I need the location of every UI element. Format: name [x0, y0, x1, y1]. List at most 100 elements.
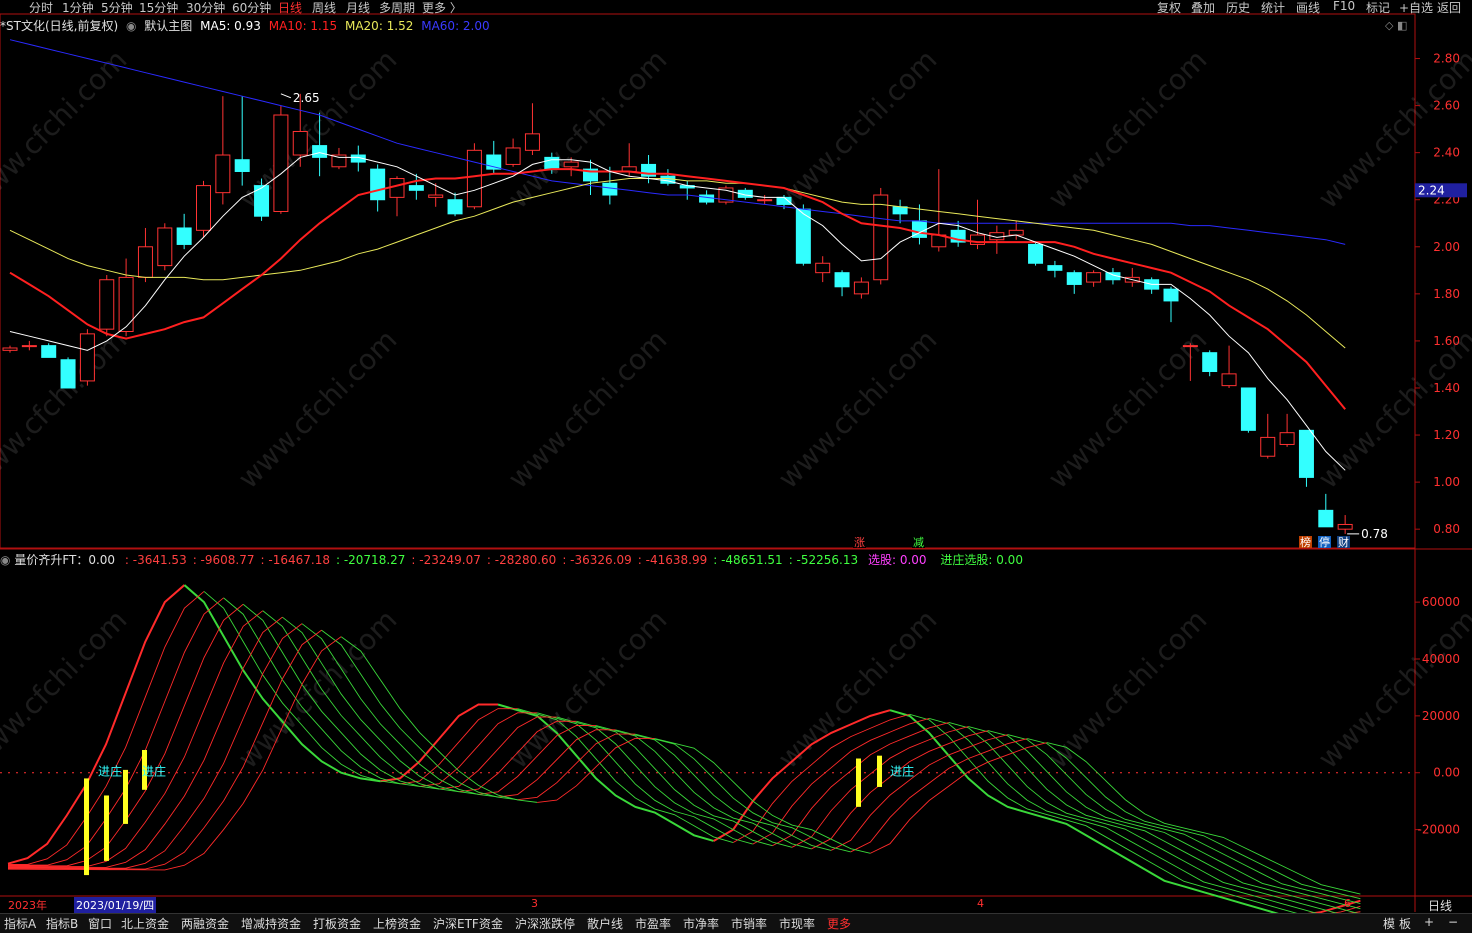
candle-body [602, 182, 618, 196]
fall-line [576, 720, 793, 848]
candle-body [176, 227, 192, 245]
candle-body [1182, 345, 1198, 348]
bottom-tab-11[interactable]: 市盈率 [635, 915, 671, 932]
candle-body [157, 227, 173, 267]
candles [2, 93, 1353, 534]
main-frame [0, 13, 1416, 549]
candle-body [234, 159, 250, 172]
bottom-tab-9[interactable]: 沪深涨跌停 [515, 915, 575, 932]
sub-tick-label: -20000 [1417, 823, 1460, 837]
tag-cai: 财 [1338, 535, 1349, 549]
bottom-tab-13[interactable]: 市销率 [731, 915, 767, 932]
candle-body [873, 194, 889, 281]
signal-bar [104, 795, 109, 861]
rise-line [537, 737, 655, 803]
candle-body [1279, 432, 1295, 445]
bottom-tab-3[interactable]: 北上资金 [121, 915, 169, 932]
watermark-text: www.cfchi.com [232, 603, 404, 775]
bottom-tab-15[interactable]: 更多 [827, 915, 851, 932]
candle-body [1337, 523, 1353, 530]
candle-body [853, 281, 869, 295]
watermark-text: www.cfchi.com [772, 603, 944, 775]
candle-body [312, 145, 328, 158]
watermark-text: www.cfchi.com [502, 323, 674, 495]
candle-body [815, 262, 831, 274]
tag-jian: 减 [913, 536, 924, 549]
fall-line [556, 716, 773, 847]
watermark-text: www.cfchi.com [1312, 603, 1472, 775]
fall-line [340, 636, 538, 803]
signal-bar [856, 758, 861, 807]
price-tick-label: 1.60 [1433, 334, 1460, 348]
price-tick-label: 1.00 [1433, 475, 1460, 489]
price-tick-label: 0.80 [1433, 522, 1460, 536]
candle-body [1028, 243, 1044, 264]
candle-body [1008, 229, 1024, 236]
sub-tick-label: 20000 [1422, 709, 1460, 723]
bottom-tab-14[interactable]: 市现率 [779, 915, 815, 932]
rise-line [850, 738, 1028, 853]
period-label[interactable]: 日线 [1428, 897, 1452, 914]
candle-body [1260, 436, 1276, 457]
enter-zhuang-label-2: 进庄 [142, 764, 166, 779]
sub-tick-label: 0.00 [1433, 766, 1460, 780]
fall-line [948, 722, 1341, 915]
bottom-tab-7[interactable]: 上榜资金 [373, 915, 421, 932]
signal-bar [877, 755, 882, 787]
candle-body [524, 133, 540, 151]
signal-bar [84, 778, 89, 876]
candle-body [292, 130, 308, 156]
candle-body [1202, 352, 1218, 373]
bottom-right-2[interactable]: + [1424, 915, 1434, 929]
bottom-tab-5[interactable]: 增减持资金 [241, 915, 301, 932]
candle-body [196, 185, 211, 231]
watermark-text: www.cfchi.com [1042, 43, 1214, 215]
candle-body [215, 154, 231, 194]
stock-chart[interactable]: www.cfchi.com www.cfchi.com www.cfchi.com w… [0, 0, 1472, 932]
tag-ting: 停 [1319, 535, 1330, 549]
fall-line [654, 738, 871, 854]
candle-body [21, 345, 37, 348]
fall-line [537, 712, 753, 845]
bottom-tab-8[interactable]: 沪深ETF资金 [433, 915, 503, 932]
bottom-right-1[interactable]: 板 [1399, 915, 1411, 932]
candle-body [331, 154, 347, 168]
candle-body [699, 194, 715, 203]
candle-body [1318, 509, 1334, 528]
fall-line [635, 733, 851, 853]
low-label: 0.78 [1361, 527, 1388, 541]
bottom-tab-10[interactable]: 散户线 [587, 915, 623, 932]
bottom-tab-0[interactable]: 指标A [4, 915, 36, 932]
bottom-right-0[interactable]: 模 [1383, 915, 1395, 932]
candle-body [1240, 387, 1256, 431]
candle-body [2, 347, 18, 351]
bottom-tab-4[interactable]: 两融资金 [181, 915, 229, 932]
bottom-tab-1[interactable]: 指标B [46, 915, 78, 932]
price-tick-label: 2.80 [1433, 52, 1460, 66]
price-tick-label: 2.60 [1433, 99, 1460, 113]
bottom-tab-6[interactable]: 打板资金 [313, 915, 361, 932]
watermark-text: www.cfchi.com [772, 43, 944, 215]
fall-line [968, 726, 1361, 915]
price-tick-label: 1.80 [1433, 287, 1460, 301]
bottom-tab-2[interactable]: 窗口 [88, 915, 112, 932]
watermark-text: www.cfchi.com [232, 323, 404, 495]
price-tick-label: 1.20 [1433, 428, 1460, 442]
candle-body [60, 359, 76, 389]
fall-line [987, 730, 1361, 910]
candle-body [447, 199, 463, 215]
watermark-text: www.cfchi.com [772, 323, 944, 495]
candle-body [1047, 265, 1063, 271]
watermark-text: www.cfchi.com [0, 43, 133, 215]
date-axis: 2023年 2023/01/19/四 3 4 6 [0, 897, 1415, 913]
rise-line [870, 742, 1047, 854]
watermark-text: www.cfchi.com [502, 43, 674, 215]
candle-body [1221, 373, 1237, 387]
sub-tick-label: 60000 [1422, 595, 1460, 609]
bottom-right-3[interactable]: − [1448, 915, 1458, 929]
candle-body [563, 161, 579, 168]
candle-body [408, 185, 424, 191]
tag-bang: 榜 [1300, 535, 1311, 549]
bottom-tab-12[interactable]: 市净率 [683, 915, 719, 932]
watermark-text: www.cfchi.com [0, 323, 133, 495]
